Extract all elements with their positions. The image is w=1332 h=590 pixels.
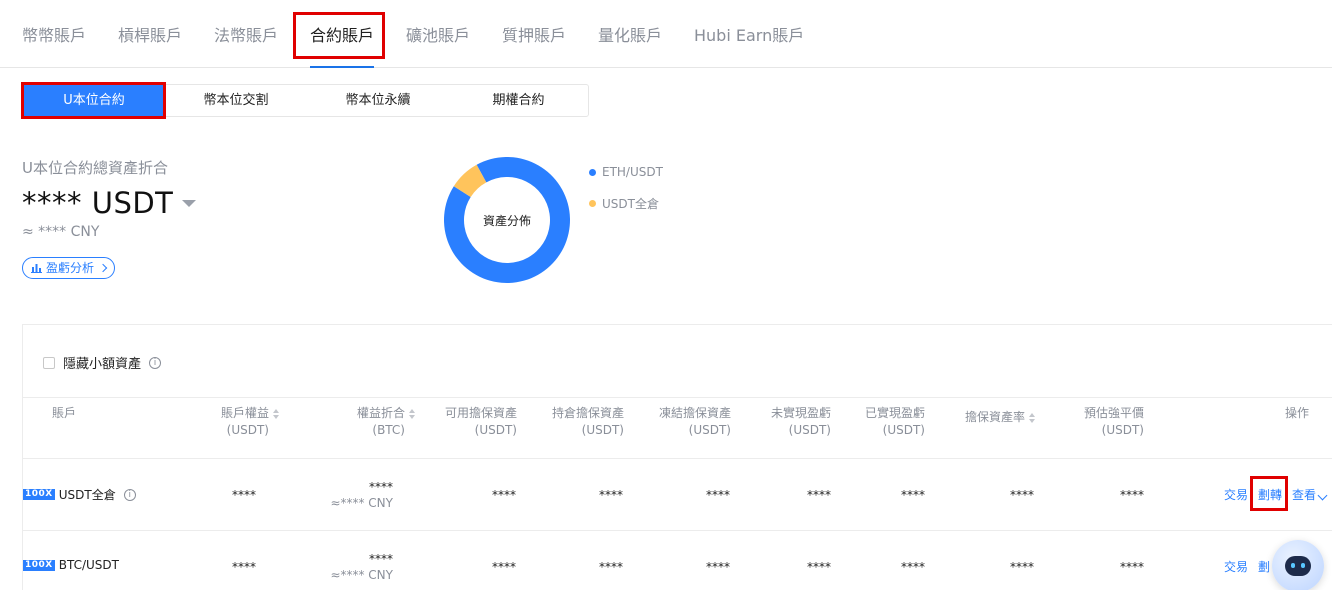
subtab-usdt-margined[interactable]: U本位合約 [23,85,165,116]
equity-btc-cell: **** ≈**** CNY [330,480,393,510]
info-icon[interactable]: i [149,356,162,369]
tab-fiat-account[interactable]: 法幣賬戶 [214,22,278,46]
tab-quant-account[interactable]: 量化賬戶 [598,22,662,46]
header-margin-rate[interactable]: 擔保資產率 [941,409,1035,426]
trade-link[interactable]: 交易 [1224,486,1248,503]
legend-dot [589,168,596,176]
header-frozen: 凍結擔保資產 (USDT) [658,406,731,437]
margin-rate-cell: **** [1010,488,1034,502]
bar-chart-icon [31,264,42,273]
header-position-margin: 持倉擔保資產 (USDT) [551,406,624,437]
liq-price-cell: **** [1120,488,1144,502]
divider [23,458,1332,459]
sort-icon [409,408,415,419]
header-actions: 操作 [1284,406,1309,420]
bot-face [1285,556,1311,576]
hide-small-checkbox[interactable] [43,356,55,369]
sort-icon [273,408,279,419]
subtab-coin-delivery[interactable]: 幣本位交割 [165,85,307,116]
legend-dot [589,200,596,207]
liq-price-cell: **** [1120,560,1144,574]
total-assets-cny: ≈ **** CNY [22,224,100,240]
pnl-analysis-label: 盈虧分析 [46,261,95,275]
hide-small-label: 隱藏小額資產 [63,357,142,372]
transfer-link[interactable]: 劃 [1258,558,1270,575]
divider [23,530,1332,531]
active-tab-indicator [310,66,374,68]
equity-btc-cell: **** ≈**** CNY [330,552,393,582]
divider [23,397,1332,398]
header-equity[interactable]: 賬戶權益 (USDT) [183,405,279,439]
equity-cell: **** [232,488,256,502]
bot-eye [1291,563,1295,568]
legend-item-usdt: USDT全倉 [589,195,659,212]
account-cell: 100X BTC/USDT [23,558,119,572]
legend-label: USDT全倉 [602,197,659,211]
margin-rate-cell: **** [1010,560,1034,574]
header-realized: 已實現盈虧 (USDT) [864,406,925,437]
sort-icon [1029,412,1035,423]
tab-spot-account[interactable]: 幣幣賬戶 [22,22,86,46]
account-tabs: 幣幣賬戶 槓桿賬戶 法幣賬戶 合約賬戶 礦池賬戶 質押賬戶 量化賬戶 Hubi … [0,0,1332,68]
support-bot-icon[interactable] [1272,540,1324,590]
asset-distribution-chart: 資產分佈 [444,157,570,283]
realized-cell: **** [901,560,925,574]
subtab-coin-perpetual[interactable]: 幣本位永續 [307,85,449,116]
position-margin-cell: **** [599,560,623,574]
leverage-badge: 100X [23,559,55,571]
header-liq-price: 預估強平價 (USDT) [1083,406,1144,437]
equity-cell: **** [232,560,256,574]
frozen-cell: **** [706,488,730,502]
chevron-right-icon [98,263,108,273]
total-assets-value: **** USDT [22,186,174,220]
donut-center-label: 資產分佈 [482,213,531,228]
view-link[interactable]: 查看 [1292,486,1328,503]
account-cell: 100X USDT全倉 i [23,486,136,503]
header-available: 可用擔保資產 (USDT) [444,406,517,437]
legend-label: ETH/USDT [602,165,663,179]
tab-staking-account[interactable]: 質押賬戶 [502,22,566,46]
contract-type-tabs: U本位合約 幣本位交割 幣本位永續 期權合約 [22,84,589,117]
header-unrealized: 未實現盈虧 (USDT) [770,406,831,437]
tab-contract-account[interactable]: 合約賬戶 [310,22,374,46]
tab-margin-account[interactable]: 槓桿賬戶 [118,22,182,46]
currency-dropdown-icon[interactable] [182,200,196,207]
legend-item-eth: ETH/USDT [589,165,663,179]
tab-pool-account[interactable]: 礦池賬戶 [406,22,470,46]
realized-cell: **** [901,488,925,502]
unrealized-cell: **** [807,488,831,502]
pnl-analysis-button[interactable]: 盈虧分析 [22,257,116,279]
info-icon[interactable]: i [123,488,136,501]
row-actions: 交易 劃轉 查看 [1224,486,1328,503]
available-cell: **** [492,488,516,502]
frozen-cell: **** [706,560,730,574]
chevron-down-icon [1317,490,1328,501]
bot-eye [1301,563,1305,568]
subtab-options[interactable]: 期權合約 [449,85,588,116]
account-name: USDT全倉 [58,488,116,502]
available-cell: **** [492,560,516,574]
row-actions: 交易 劃 [1224,558,1270,575]
transfer-link[interactable]: 劃轉 [1258,486,1282,503]
hide-small-assets[interactable]: 隱藏小額資產 i [43,353,162,372]
position-margin-cell: **** [599,488,623,502]
unrealized-cell: **** [807,560,831,574]
leverage-badge: 100X [23,489,55,500]
header-account: 賬戶 [52,406,77,420]
accounts-table: 隱藏小額資產 i 賬戶 賬戶權益 (USDT) 權益折合 (BTC) 可用擔保資產(… [22,324,1332,590]
tab-earn-account[interactable]: Hubi Earn賬戶 [694,22,804,46]
total-assets-label: U本位合約總資產折合 [22,159,168,177]
account-name: BTC/USDT [58,558,119,572]
header-equity-btc[interactable]: 權益折合 (BTC) [319,405,415,439]
trade-link[interactable]: 交易 [1224,558,1248,575]
